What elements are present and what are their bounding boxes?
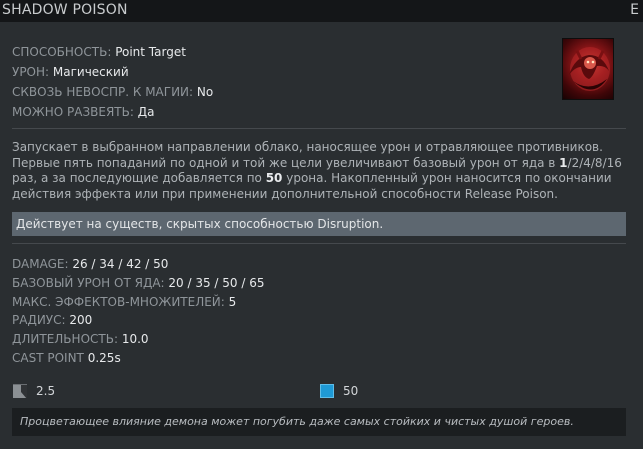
stat-cast-point-row: CAST POINT 0.25s — [12, 349, 265, 368]
cooldown-icon-shape — [13, 385, 27, 398]
ability-type-label: СПОСОБНОСТЬ: — [12, 45, 112, 59]
stat-max-stacks-value: 5 — [228, 294, 237, 309]
stat-radius-row: РАДИУС: 200 — [12, 311, 265, 330]
stat-cast-point-label: CAST POINT — [12, 350, 84, 365]
ability-description: Запускает в выбранном направлении облако… — [12, 140, 624, 202]
dispellable-value: Да — [137, 105, 155, 119]
dispellable-row: МОЖНО РАЗВЕЯТЬ: Да — [12, 102, 213, 122]
stat-radius-label: РАДИУС: — [12, 313, 66, 328]
pierce-immunity-row: СКВОЗЬ НЕВОСПР. К МАГИИ: No — [12, 82, 213, 102]
description-part-1: Запускает в выбранном направлении облако… — [12, 140, 603, 170]
hotkey-label: E — [630, 2, 639, 18]
ability-type-row: СПОСОБНОСТЬ: Point Target — [12, 42, 213, 62]
stat-damage-label: DAMAGE: — [12, 257, 69, 271]
divider-middle — [12, 243, 626, 244]
stat-duration-row: ДЛИТЕЛЬНОСТЬ: 10.0 — [12, 330, 265, 349]
damage-type-row: УРОН: Магический — [12, 62, 213, 82]
stat-max-stacks-label: МАКС. ЭФФЕКТОВ-МНОЖИТЕЛЕЙ: — [12, 294, 225, 309]
ability-title: SHADOW POISON — [2, 2, 128, 18]
description-bold-1: 1 — [559, 155, 568, 170]
cooldown-value: 2.5 — [36, 384, 56, 398]
disruption-note: Действует на существ, скрытых способност… — [12, 212, 626, 236]
mana-cost-value: 50 — [343, 384, 359, 398]
lore-text: Процветающее влияние демона может погуби… — [12, 408, 626, 436]
ability-type-value: Point Target — [115, 45, 186, 59]
description-bold-2: 50 — [265, 171, 283, 185]
shadow-poison-icon-art — [569, 47, 610, 91]
stat-damage-value: 26 / 34 / 42 / 50 — [72, 257, 169, 271]
stat-duration-label: ДЛИТЕЛЬНОСТЬ: — [12, 332, 118, 347]
stat-base-poison-row: БАЗОВЫЙ УРОН ОТ ЯДА: 20 / 35 / 50 / 65 — [12, 274, 265, 293]
ability-info: СПОСОБНОСТЬ: Point Target УРОН: Магическ… — [12, 42, 213, 122]
pierce-immunity-value: No — [196, 85, 214, 99]
dispellable-label: МОЖНО РАЗВЕЯТЬ: — [12, 105, 134, 119]
stat-radius-value: 200 — [69, 313, 93, 328]
damage-type-label: УРОН: — [12, 65, 50, 79]
tooltip-header: SHADOW POISON E — [0, 0, 643, 22]
pierce-immunity-label: СКВОЗЬ НЕВОСПР. К МАГИИ: — [12, 85, 194, 99]
ability-stats: DAMAGE: 26 / 34 / 42 / 50 БАЗОВЫЙ УРОН О… — [12, 255, 265, 368]
shadow-poison-icon — [562, 38, 614, 100]
mana-icon — [320, 384, 334, 398]
stat-cast-point-value: 0.25s — [87, 350, 121, 365]
stat-base-poison-label: БАЗОВЫЙ УРОН ОТ ЯДА: — [12, 275, 165, 290]
cooldown-icon — [13, 384, 27, 398]
damage-type-value: Магический — [52, 65, 129, 79]
stat-max-stacks-row: МАКС. ЭФФЕКТОВ-МНОЖИТЕЛЕЙ: 5 — [12, 293, 265, 312]
divider-top — [12, 128, 626, 129]
ability-tooltip: SHADOW POISON E СПОСОБНОСТЬ: Point Targe… — [0, 0, 643, 449]
stat-duration-value: 10.0 — [121, 332, 149, 347]
stat-damage-row: DAMAGE: 26 / 34 / 42 / 50 — [12, 255, 265, 274]
stat-base-poison-value: 20 / 35 / 50 / 65 — [168, 275, 265, 290]
